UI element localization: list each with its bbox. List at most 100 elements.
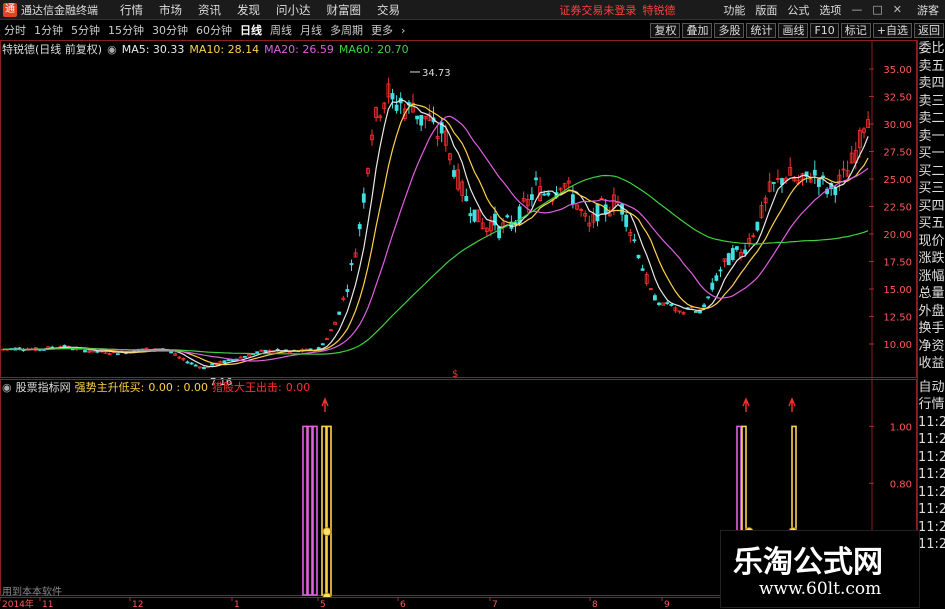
candle-body — [735, 246, 739, 250]
period-monthly[interactable]: 月线 — [300, 22, 322, 38]
candle-body — [452, 170, 456, 177]
period-toolbar: 分时 1分钟 5分钟 15分钟 30分钟 60分钟 日线 周线 月线 多周期 更… — [0, 21, 945, 39]
menu-news[interactable]: 资讯 — [198, 2, 221, 18]
main-chart-frame — [0, 40, 917, 378]
candle-body — [390, 93, 395, 100]
side-panel-item: 买一 — [918, 146, 945, 161]
candle-body — [415, 115, 420, 120]
side-panel-item[interactable]: 行情 — [918, 396, 945, 414]
candle-body — [95, 350, 100, 353]
price-tick-label: 12.50 — [883, 313, 912, 324]
candle-body — [726, 253, 731, 266]
minimize-icon[interactable]: — — [851, 3, 862, 16]
menu-market-quotes[interactable]: 行情 — [120, 2, 143, 18]
menu-market[interactable]: 市场 — [159, 2, 182, 18]
guest-user[interactable]: 游客 — [917, 2, 939, 18]
mark-button[interactable]: 标记 — [840, 22, 871, 38]
date-tick-label: 9 — [664, 600, 670, 609]
login-notice[interactable]: 证券交易未登录 — [559, 2, 636, 18]
chevron-right-icon[interactable]: › — [401, 24, 405, 37]
adjust-price-button[interactable]: 复权 — [650, 22, 681, 38]
buy-arrow-icon — [321, 397, 329, 412]
period-60min[interactable]: 60分钟 — [196, 22, 232, 38]
side-panel-item: 卖二 — [918, 111, 945, 126]
menu-discover[interactable]: 发现 — [237, 2, 260, 18]
menu-layout[interactable]: 版面 — [755, 2, 777, 18]
close-icon[interactable]: ✕ — [893, 3, 902, 16]
period-1min[interactable]: 1分钟 — [34, 22, 63, 38]
candle-body — [653, 295, 657, 301]
stock-chart-area[interactable]: 10.00 12.50 15.00 17.50 20.00 22.50 25.00 27.50… — [0, 40, 917, 597]
candle-body — [657, 302, 661, 306]
menu-wealth-circle[interactable]: 财富圈 — [327, 2, 362, 18]
side-panel-item: 净资 — [918, 338, 945, 354]
watermark-url: www.60lt.com — [759, 579, 882, 599]
side-panel-item: 收益 — [918, 356, 945, 371]
indicator-s2-value: 0.00 — [285, 380, 311, 394]
period-multi[interactable]: 多周期 — [330, 22, 363, 38]
f10-button[interactable]: F10 — [810, 22, 839, 38]
candle-body — [771, 182, 776, 184]
main-chart-legend: 特锐德(日线 前复权) ◉ MA5: 30.33 MA10: 28.14 MA2… — [2, 41, 414, 57]
date-tick-label: 11 — [42, 600, 53, 609]
watermark-logo: 乐淘公式网 www.60lt.com — [720, 530, 920, 608]
add-watchlist-button[interactable]: +自选 — [872, 22, 912, 38]
side-panel-item: 买五 — [918, 216, 945, 231]
period-more[interactable]: 更多 — [371, 22, 393, 38]
menu-function[interactable]: 功能 — [723, 2, 745, 18]
menu-bar: 通 通达信金融终端 行情 市场 资讯 发现 问小达 财富圈 交易 证券交易未登录… — [0, 0, 945, 20]
side-panel-item: 买三 — [918, 181, 945, 196]
candle-body — [542, 193, 547, 196]
side-panel-item: 11:29 — [918, 519, 945, 535]
candle-body — [710, 282, 715, 290]
menu-ask-xiaoda[interactable]: 问小达 — [276, 2, 311, 18]
menu-options[interactable]: 选项 — [819, 2, 841, 18]
indicator-name[interactable]: 股票指标网 — [16, 379, 71, 395]
candle-body — [812, 169, 817, 176]
candle-body — [624, 214, 629, 227]
period-5min[interactable]: 5分钟 — [71, 22, 100, 38]
side-panel-item: 11:29 — [918, 449, 945, 465]
date-tick-label: 2014年 — [2, 598, 34, 609]
price-tick-label: 22.50 — [883, 203, 912, 214]
menu-trade[interactable]: 交易 — [377, 2, 400, 18]
bottom-status-label: 用到本本软件 — [2, 585, 62, 597]
period-timeshare[interactable]: 分时 — [4, 22, 26, 38]
side-panel-item: 11:29 — [918, 467, 945, 482]
current-stock-name: 特锐德 — [642, 3, 676, 17]
period-15min[interactable]: 15分钟 — [108, 22, 144, 38]
moving-average-line — [3, 103, 869, 366]
stock-title[interactable]: 特锐德(日线 前复权) — [2, 41, 102, 57]
multi-stock-button[interactable]: 多股 — [714, 22, 745, 38]
price-tick-label: 17.50 — [883, 258, 912, 269]
side-panel-item: 买二 — [918, 163, 945, 179]
date-tick-label: 5 — [320, 600, 326, 609]
candle-body — [595, 203, 600, 222]
candle-body — [546, 192, 551, 196]
period-weekly[interactable]: 周线 — [270, 22, 292, 38]
candle-body — [718, 269, 723, 272]
settings-icon[interactable]: ◉ — [107, 43, 117, 56]
settings-icon[interactable]: ◉ — [2, 381, 12, 394]
price-tick-label: 25.00 — [883, 175, 912, 186]
price-tick-label: 32.50 — [883, 93, 912, 104]
candle-body — [517, 206, 522, 224]
maximize-icon[interactable]: □ — [872, 3, 882, 16]
candle-body — [714, 275, 719, 281]
statistics-button[interactable]: 统计 — [746, 22, 777, 38]
candle-body — [419, 115, 424, 126]
app-logo-icon: 通 — [3, 2, 17, 17]
moving-average-line — [3, 115, 869, 362]
back-button[interactable]: 返回 — [914, 22, 944, 38]
ma5-label: MA5: 30.33 — [121, 42, 185, 56]
period-30min[interactable]: 30分钟 — [152, 22, 188, 38]
overlay-button[interactable]: 叠加 — [682, 22, 713, 38]
period-daily[interactable]: 日线 — [240, 22, 262, 38]
candle-body — [530, 194, 534, 200]
side-panel-item[interactable]: 自动 — [918, 379, 945, 397]
app-title: 通达信金融终端 — [21, 3, 98, 17]
menu-formula[interactable]: 公式 — [787, 2, 809, 18]
draw-line-button[interactable]: 画线 — [778, 22, 809, 38]
side-panel-item: 涨幅 — [918, 268, 945, 284]
candle-body — [632, 239, 637, 242]
